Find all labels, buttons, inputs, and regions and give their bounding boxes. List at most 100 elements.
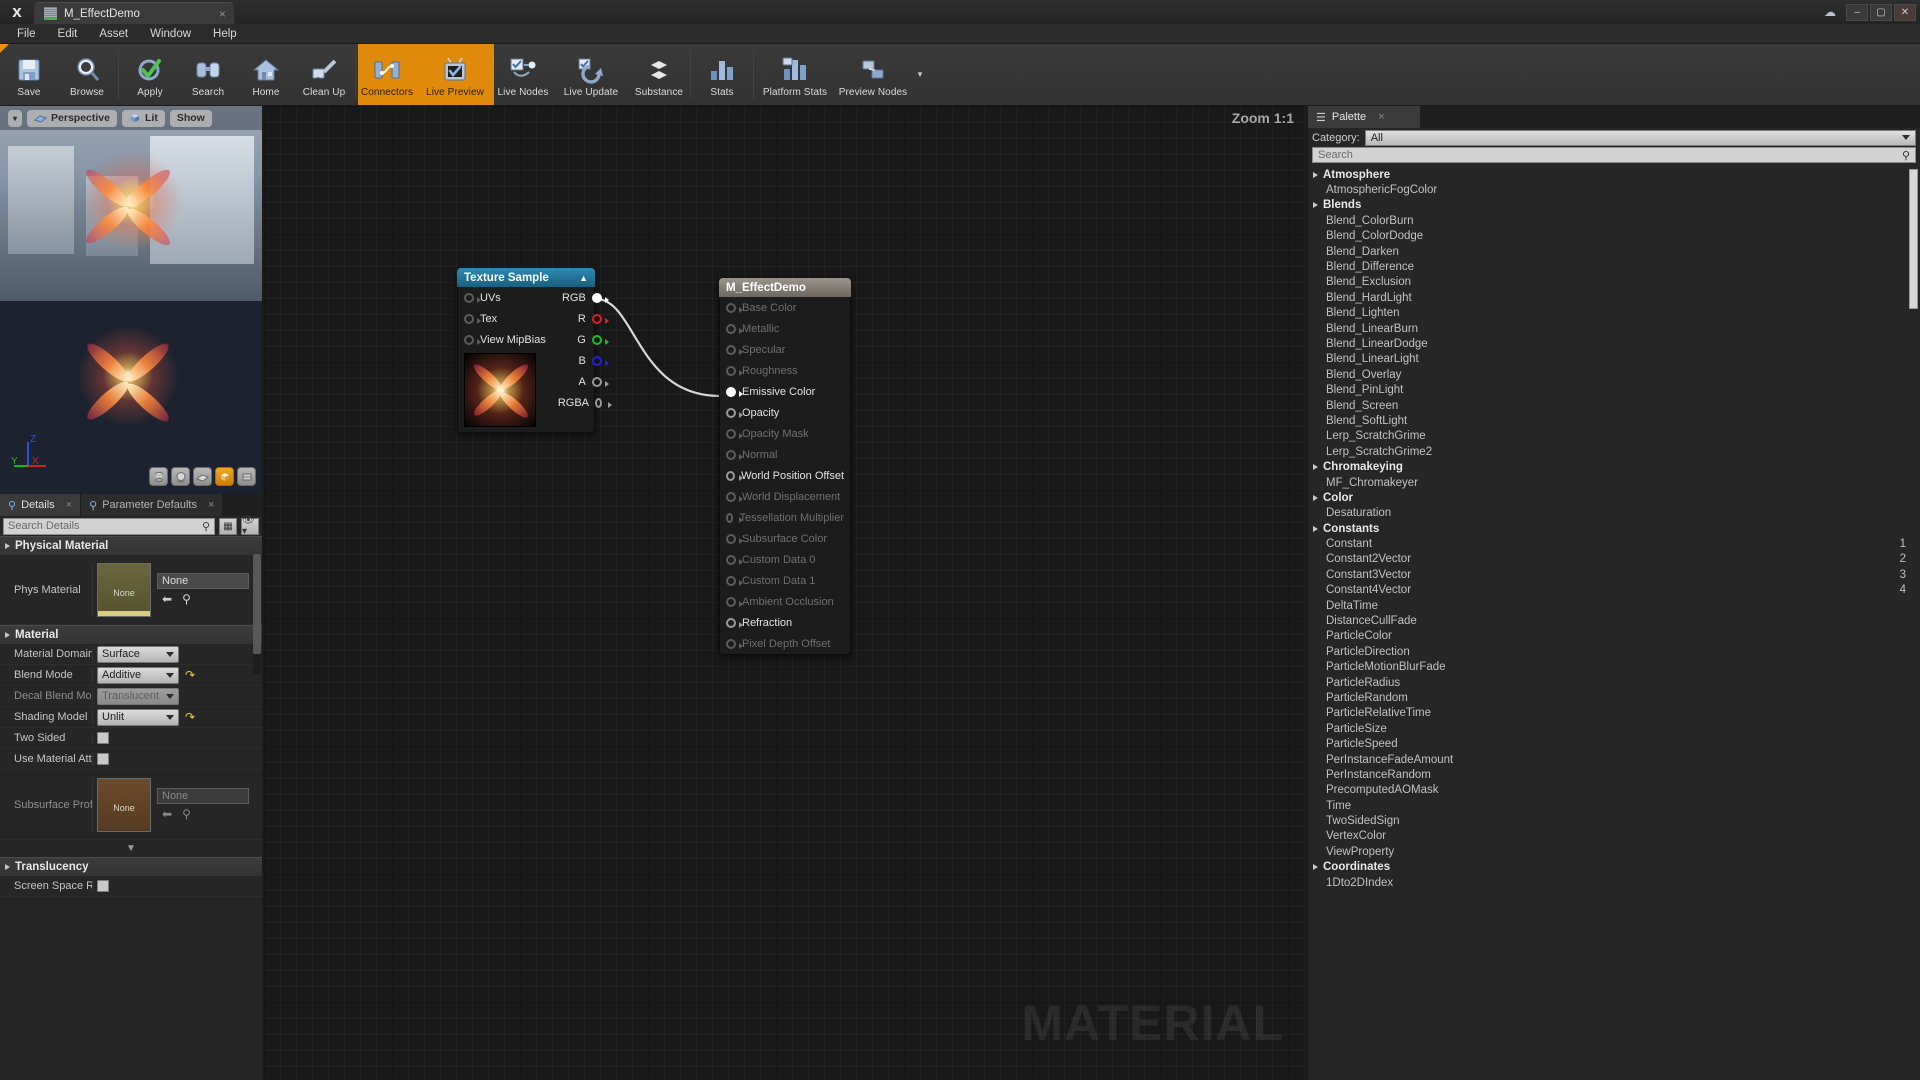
phys-material-asset-name[interactable]: None (157, 573, 249, 589)
metallic-pin-icon[interactable] (726, 323, 743, 334)
palette-search-input[interactable]: Search ⚲ (1312, 147, 1916, 163)
palette-item-vertexcolor[interactable]: VertexColor (1308, 829, 1920, 844)
palette-item-blend-exclusion[interactable]: Blend_Exclusion (1308, 275, 1920, 290)
palette-item-distancecullfade[interactable]: DistanceCullFade (1308, 613, 1920, 628)
palette-item-blend-softlight[interactable]: Blend_SoftLight (1308, 413, 1920, 428)
texture-sample-header[interactable]: Texture Sample ▲ (457, 268, 595, 287)
palette-item-blend-darken[interactable]: Blend_Darken (1308, 244, 1920, 259)
opacity-mask-pin-icon[interactable] (726, 428, 743, 439)
pin-normal[interactable]: Normal (720, 444, 850, 465)
pin-ambient-occlusion[interactable]: Ambient Occlusion (720, 591, 850, 612)
tab-parameter-defaults-close-icon[interactable]: × (208, 499, 214, 511)
tab-parameter-defaults[interactable]: ⚲ Parameter Defaults × (81, 494, 224, 516)
cylinder-preview-icon[interactable] (149, 467, 168, 486)
palette-item-blend-pinlight[interactable]: Blend_PinLight (1308, 382, 1920, 397)
section-translucency-header[interactable]: Translucency (0, 857, 262, 876)
pin-pixel-depth-offset[interactable]: Pixel Depth Offset (720, 633, 850, 654)
phys-material-thumbnail[interactable]: None (97, 562, 151, 617)
material-output-header[interactable]: M_EffectDemo (719, 278, 851, 297)
collapse-up-icon[interactable]: ▲ (579, 273, 588, 283)
toolbar-stats-button[interactable]: Stats (693, 44, 751, 105)
toolbar-live-nodes-button[interactable]: Live Nodes (494, 44, 552, 105)
palette-group-coordinates[interactable]: Coordinates (1308, 860, 1920, 875)
palette-item-deltatime[interactable]: DeltaTime (1308, 598, 1920, 613)
section-material-header[interactable]: Material (0, 625, 262, 644)
pin-world-displacement[interactable]: World Displacement (720, 486, 850, 507)
subsurface-color-pin-icon[interactable] (726, 533, 743, 544)
details-collapse-arrow-icon[interactable]: ▼ (0, 840, 262, 857)
ambient-occlusion-pin-icon[interactable] (726, 596, 743, 607)
pin-base-color[interactable]: Base Color (720, 297, 850, 318)
toolbar-live-update-button[interactable]: Live Update (552, 44, 630, 105)
roughness-pin-icon[interactable] (726, 365, 743, 376)
palette-item-particlesize[interactable]: ParticleSize (1308, 721, 1920, 736)
node-material-output[interactable]: M_EffectDemo Base Color Metallic Specular R… (719, 278, 851, 655)
palette-item-precomputedaomask[interactable]: PrecomputedAOMask (1308, 783, 1920, 798)
shading-model-reset-icon[interactable]: ↷ (185, 710, 195, 724)
g-pin-icon[interactable] (591, 334, 609, 345)
world-position-offset-pin-icon[interactable] (726, 470, 744, 481)
pin-r[interactable]: R (552, 308, 609, 329)
toolbar-connectors-button[interactable]: Connectors (358, 44, 416, 105)
palette-item-desaturation[interactable]: Desaturation (1308, 506, 1920, 521)
use-material-attributes-checkbox[interactable] (97, 753, 109, 765)
menu-window[interactable]: Window (139, 24, 202, 44)
node-texture-sample[interactable]: Texture Sample ▲ UVs Tex View MipBias RG… (457, 268, 612, 433)
menu-help[interactable]: Help (202, 24, 248, 44)
tessellation-multiplier-pin-icon[interactable] (726, 512, 745, 523)
toolbar-apply-button[interactable]: Apply (121, 44, 179, 105)
details-scrollbar-thumb[interactable] (253, 554, 261, 654)
pin-uvs[interactable]: UVs (458, 287, 552, 308)
menu-asset[interactable]: Asset (88, 24, 139, 44)
pin-world-position-offset[interactable]: World Position Offset (720, 465, 850, 486)
pin-refraction[interactable]: Refraction (720, 612, 850, 633)
palette-item-lerp-scratchgrime[interactable]: Lerp_ScratchGrime (1308, 429, 1920, 444)
palette-group-chromakeying[interactable]: Chromakeying (1308, 459, 1920, 474)
rgb-pin-icon[interactable] (591, 292, 609, 303)
refraction-pin-icon[interactable] (726, 617, 743, 628)
details-scrollbar[interactable] (253, 554, 261, 674)
pin-a[interactable]: A (552, 371, 609, 392)
viewport-options-dropdown[interactable]: ▾ (8, 109, 23, 127)
maximize-button[interactable]: ▢ (1870, 3, 1892, 21)
palette-item-time[interactable]: Time (1308, 798, 1920, 813)
toolbar-browse-button[interactable]: Browse (58, 44, 116, 105)
pin-tex[interactable]: Tex (458, 308, 552, 329)
palette-item-constant3vector[interactable]: Constant3Vector 3 (1308, 567, 1920, 582)
pin-metallic[interactable]: Metallic (720, 318, 850, 339)
tab-palette[interactable]: ☰ Palette × (1308, 106, 1420, 128)
details-grid-view-button[interactable]: ▦ (219, 517, 237, 535)
toolbar-platform-stats-button[interactable]: Platform Stats (756, 44, 834, 105)
menu-edit[interactable]: Edit (47, 24, 89, 44)
toolbar-preview-nodes-button[interactable]: Preview Nodes (834, 44, 912, 105)
palette-group-constants[interactable]: Constants (1308, 521, 1920, 536)
viewport-lit-mode-button[interactable]: Lit (121, 109, 165, 127)
specular-pin-icon[interactable] (726, 344, 743, 355)
palette-item-atmosphericfogcolor[interactable]: AtmosphericFogColor (1308, 182, 1920, 197)
toolbar-save-button[interactable]: Save (0, 44, 58, 105)
plane-preview-icon[interactable] (193, 467, 212, 486)
pin-tessellation-multiplier[interactable]: Tessellation Multiplier (720, 507, 850, 528)
palette-item-1dto2dindex[interactable]: 1Dto2DIndex (1308, 875, 1920, 890)
pin-b[interactable]: B (552, 350, 609, 371)
a-pin-icon[interactable] (591, 376, 609, 387)
cube-preview-icon[interactable] (215, 467, 234, 486)
palette-scrollbar[interactable] (1909, 169, 1918, 309)
pin-custom-data-0[interactable]: Custom Data 0 (720, 549, 850, 570)
pin-opacity-mask[interactable]: Opacity Mask (720, 423, 850, 444)
custom-data-0-pin-icon[interactable] (726, 554, 743, 565)
viewport-render[interactable]: Z X Y (0, 106, 262, 494)
minimize-button[interactable]: – (1846, 3, 1868, 21)
view-mipbias-pin-icon[interactable] (464, 334, 481, 345)
palette-item-particlerandom[interactable]: ParticleRandom (1308, 690, 1920, 705)
palette-item-lerp-scratchgrime2[interactable]: Lerp_ScratchGrime2 (1308, 444, 1920, 459)
menu-file[interactable]: File (6, 24, 47, 44)
palette-item-perinstancefadeamount[interactable]: PerInstanceFadeAmount (1308, 752, 1920, 767)
palette-item-mf-chromakeyer[interactable]: MF_Chromakeyer (1308, 475, 1920, 490)
toolbar-search-button[interactable]: Search (179, 44, 237, 105)
asset-tab[interactable]: M_EffectDemo × (34, 2, 234, 24)
search-details-input[interactable]: Search Details ⚲ (3, 517, 215, 535)
palette-category-combo[interactable]: All (1364, 129, 1916, 146)
palette-item-blend-overlay[interactable]: Blend_Overlay (1308, 367, 1920, 382)
emissive-color-pin-icon[interactable] (726, 386, 743, 397)
